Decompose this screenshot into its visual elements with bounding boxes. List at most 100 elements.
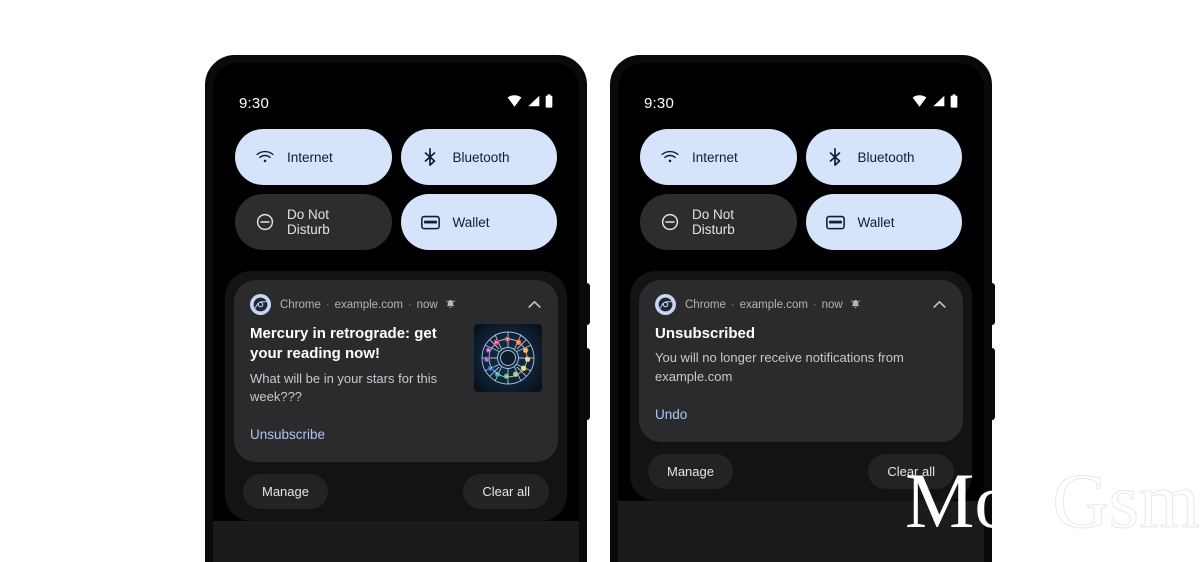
notification-app-name: Chrome [685, 298, 726, 311]
svg-text:♎: ♎ [504, 373, 510, 380]
status-icon-group [912, 93, 958, 113]
svg-text:♋: ♋ [525, 356, 531, 363]
qs-tile-wallet[interactable]: Wallet [400, 194, 557, 250]
battery-icon [545, 93, 553, 113]
qs-tile-label: Internet [692, 149, 738, 165]
svg-text:♊: ♊ [523, 347, 529, 354]
zodiac-wheel-image: ♈ ♉ ♊ ♋ ♌ ♍ ♎ ♏ ♐ ♑ ♒ ♓ [474, 324, 542, 392]
power-button[interactable] [586, 283, 590, 325]
qs-tile-wallet[interactable]: Wallet [805, 194, 962, 250]
qs-tile-label: Do Not Disturb [692, 207, 735, 237]
notification-shade: Chrome · example.com · now [225, 271, 567, 522]
meta-separator: · [325, 298, 330, 311]
notification-text: You will no longer receive notifications… [655, 350, 904, 384]
svg-text:♑: ♑ [484, 356, 490, 363]
wallet-icon [420, 213, 440, 232]
wifi-icon [912, 94, 927, 112]
notification-text: What will be in your stars for this week… [250, 370, 438, 404]
dnd-icon [255, 213, 274, 232]
bell-icon [445, 299, 456, 310]
svg-text:♉: ♉ [516, 339, 522, 346]
power-button[interactable] [991, 283, 995, 325]
status-bar: 9:30 [213, 63, 579, 117]
notification-action-unsubscribe[interactable]: Unsubscribe [250, 427, 325, 442]
svg-text:♐: ♐ [488, 365, 494, 372]
svg-text:♏: ♏ [495, 371, 501, 378]
notification-app-name: Chrome [280, 298, 321, 311]
wifi-icon [660, 148, 679, 167]
notification-time: now [416, 298, 438, 311]
qs-tile-label: Internet [287, 149, 333, 165]
cellular-signal-icon [527, 94, 540, 112]
meta-separator: · [407, 298, 412, 311]
phone-right: 9:30 Internet Bluetooth Do Not Disturb W… [610, 55, 995, 562]
qs-tile-internet[interactable]: Internet [235, 129, 392, 185]
svg-text:♈: ♈ [505, 336, 511, 343]
battery-icon [950, 93, 958, 113]
clear-all-button[interactable]: Clear all [868, 454, 954, 490]
svg-text:♌: ♌ [521, 365, 527, 372]
phone-left-screen: 9:30 Internet Bluetooth Do Not Disturb W… [213, 63, 579, 562]
status-bar: 9:30 [618, 63, 984, 117]
qs-tile-label: Wallet [857, 214, 895, 230]
status-icon-group [507, 93, 553, 113]
qs-tile-internet[interactable]: Internet [640, 129, 797, 185]
wifi-icon [255, 148, 274, 167]
notification-body: Mercury in retrograde: get your reading … [250, 324, 542, 444]
chrome-icon [655, 294, 676, 315]
phone-left: 9:30 Internet Bluetooth Do Not Disturb W… [205, 55, 590, 562]
quick-settings-grid: Internet Bluetooth Do Not Disturb Wallet [213, 117, 579, 250]
notification-body: Unsubscribed You will no longer receive … [655, 324, 947, 424]
notification-meta: Chrome · example.com · now [685, 299, 922, 311]
svg-text:♒: ♒ [486, 347, 492, 354]
svg-text:♍: ♍ [513, 371, 519, 378]
chevron-up-icon[interactable] [526, 297, 542, 313]
notification-action-undo[interactable]: Undo [655, 407, 687, 422]
notification-title: Unsubscribed [655, 325, 756, 342]
chrome-icon [250, 294, 271, 315]
status-clock: 9:30 [239, 94, 269, 112]
notification-shade: Chrome · example.com · now [630, 271, 972, 502]
cellular-signal-icon [932, 94, 945, 112]
notification-meta: Chrome · example.com · now [280, 299, 517, 311]
shade-empty-area [213, 521, 579, 562]
qs-tile-label: Do Not Disturb [287, 207, 330, 237]
notification-header: Chrome · example.com · now [655, 294, 947, 315]
shade-footer: Manage Clear all [639, 442, 963, 501]
meta-separator: · [730, 298, 735, 311]
qs-tile-bluetooth[interactable]: Bluetooth [400, 129, 557, 185]
manage-button[interactable]: Manage [243, 474, 328, 510]
screenshot-canvas: 9:30 Internet Bluetooth Do Not Disturb W… [0, 0, 1200, 562]
meta-separator: · [812, 298, 817, 311]
bell-icon [850, 299, 861, 310]
notification-header: Chrome · example.com · now [250, 294, 542, 315]
qs-tile-do-not-disturb[interactable]: Do Not Disturb [640, 194, 797, 250]
notification-source: example.com [334, 298, 403, 311]
bluetooth-icon [421, 148, 440, 167]
notification-card[interactable]: Chrome · example.com · now [234, 280, 558, 463]
shade-footer: Manage Clear all [234, 462, 558, 521]
chevron-up-icon[interactable] [931, 297, 947, 313]
dnd-icon [660, 213, 679, 232]
svg-text:♓: ♓ [494, 339, 500, 346]
bluetooth-icon [826, 148, 845, 167]
manage-button[interactable]: Manage [648, 454, 733, 490]
wallet-icon [825, 213, 845, 232]
clear-all-button[interactable]: Clear all [463, 474, 549, 510]
notification-time: now [821, 298, 843, 311]
notification-card[interactable]: Chrome · example.com · now [639, 280, 963, 443]
shade-empty-area [618, 501, 984, 562]
status-clock: 9:30 [644, 94, 674, 112]
qs-tile-label: Bluetooth [857, 149, 915, 165]
volume-button[interactable] [586, 348, 590, 420]
notification-source: example.com [739, 298, 808, 311]
qs-tile-label: Wallet [452, 214, 490, 230]
qs-tile-label: Bluetooth [452, 149, 510, 165]
wifi-icon [507, 94, 522, 112]
watermark-outline: Gsm [1052, 457, 1200, 544]
qs-tile-do-not-disturb[interactable]: Do Not Disturb [235, 194, 392, 250]
quick-settings-grid: Internet Bluetooth Do Not Disturb Wallet [618, 117, 984, 250]
notification-title: Mercury in retrograde: get your reading … [250, 325, 437, 363]
volume-button[interactable] [991, 348, 995, 420]
qs-tile-bluetooth[interactable]: Bluetooth [805, 129, 962, 185]
